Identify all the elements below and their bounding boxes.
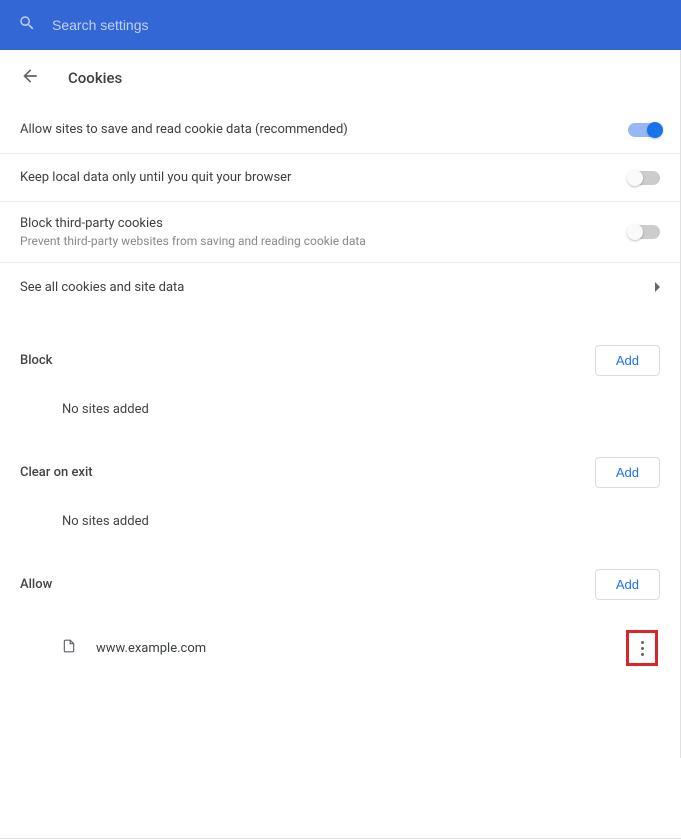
section-block: Block Add No sites added	[0, 345, 680, 423]
section-title: Clear on exit	[20, 465, 93, 480]
site-domain: www.example.com	[96, 641, 626, 656]
section-title: Allow	[20, 577, 52, 592]
search-icon	[18, 14, 36, 36]
settings-content: Allow sites to save and read cookie data…	[0, 106, 681, 758]
toggle-allow-cookies[interactable]	[628, 123, 660, 137]
add-block-button[interactable]: Add	[595, 345, 660, 376]
row-block-third-party[interactable]: Block third-party cookies Prevent third-…	[0, 202, 680, 263]
more-menu-icon[interactable]	[641, 641, 644, 656]
section-clear-on-exit: Clear on exit Add No sites added	[0, 457, 680, 535]
page-header: Cookies	[0, 50, 681, 106]
back-arrow-icon[interactable]	[20, 66, 40, 90]
page-icon	[62, 638, 76, 658]
row-keep-local[interactable]: Keep local data only until you quit your…	[0, 154, 680, 202]
section-allow: Allow Add www.example.com	[0, 569, 680, 678]
empty-clear-message: No sites added	[20, 488, 660, 535]
empty-block-message: No sites added	[20, 376, 660, 423]
label: See all cookies and site data	[20, 280, 184, 295]
label: Block third-party cookies	[20, 216, 366, 231]
section-title: Block	[20, 353, 52, 368]
toggle-keep-local[interactable]	[628, 171, 660, 185]
search-bar	[0, 0, 681, 50]
label: Keep local data only until you quit your…	[20, 170, 291, 185]
site-row: www.example.com	[20, 618, 660, 678]
add-clear-button[interactable]: Add	[595, 457, 660, 488]
chevron-right-icon	[655, 282, 660, 292]
row-allow-cookies[interactable]: Allow sites to save and read cookie data…	[0, 106, 680, 154]
page-title: Cookies	[68, 69, 122, 87]
search-input[interactable]	[52, 17, 352, 33]
toggle-block-third[interactable]	[628, 225, 660, 239]
row-see-all-cookies[interactable]: See all cookies and site data	[0, 263, 680, 311]
label: Allow sites to save and read cookie data…	[20, 122, 348, 137]
highlight-box	[626, 630, 658, 666]
add-allow-button[interactable]: Add	[595, 569, 660, 600]
sublabel: Prevent third-party websites from saving…	[20, 234, 366, 248]
